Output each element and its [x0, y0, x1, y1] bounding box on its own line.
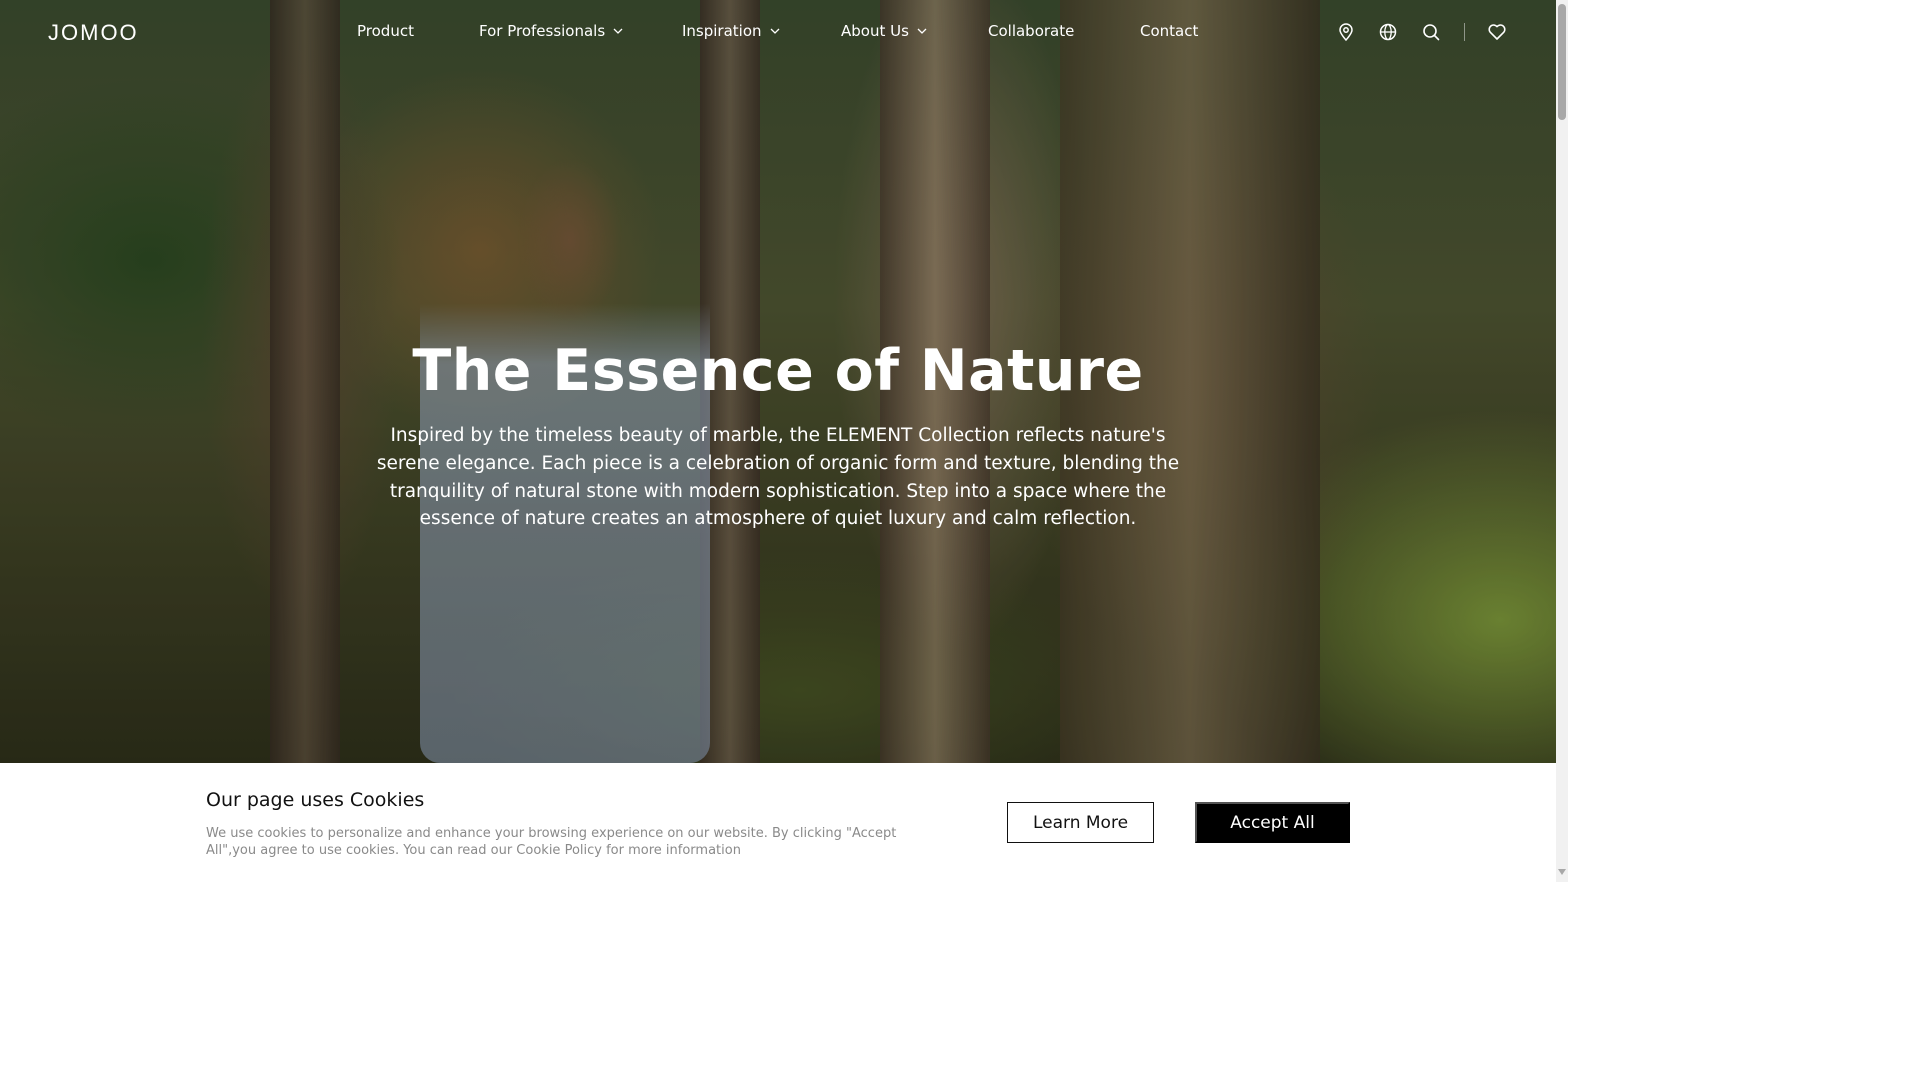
scroll-down-arrow-icon[interactable] [1558, 868, 1566, 876]
cookie-text: We use cookies to personalize and enhanc… [206, 826, 897, 858]
chevron-down-icon [917, 28, 927, 34]
nav-item-label: Product [357, 22, 414, 40]
nav-item-label: Contact [1140, 22, 1199, 40]
hero-title: The Essence of Nature [412, 338, 1144, 404]
nav-item-for-professionals[interactable]: For Professionals [479, 22, 623, 40]
location-pin-icon[interactable] [1336, 22, 1356, 42]
top-navbar: JOMOO Product For Professionals Inspirat… [0, 0, 1556, 66]
nav-item-label: For Professionals [479, 22, 606, 40]
nav-item-label: Collaborate [988, 22, 1075, 40]
accept-all-button[interactable]: Accept All [1195, 802, 1350, 843]
hero-description: Inspired by the timeless beauty of marbl… [376, 425, 1180, 530]
scrollbar-track[interactable] [1556, 0, 1568, 882]
chevron-down-icon [613, 28, 623, 34]
learn-more-button[interactable]: Learn More [1007, 802, 1154, 843]
cookie-banner: Our page uses Cookies We use cookies to … [0, 763, 1556, 882]
search-icon[interactable] [1421, 22, 1441, 42]
nav-item-contact[interactable]: Contact [1140, 22, 1198, 40]
chevron-down-icon [770, 28, 779, 34]
nav-item-product[interactable]: Product [357, 22, 414, 40]
nav-item-about-us[interactable]: About Us [841, 22, 927, 40]
jomoo-logo[interactable]: JOMOO [48, 20, 139, 46]
scrollbar-thumb[interactable] [1558, 4, 1566, 120]
globe-icon[interactable] [1378, 22, 1398, 42]
nav-item-label: About Us [841, 22, 909, 40]
hero-background: The Essence of Nature Inspired by the ti… [0, 0, 1556, 763]
heart-icon[interactable] [1487, 22, 1507, 42]
nav-item-collaborate[interactable]: Collaborate [988, 22, 1074, 40]
nav-item-inspiration[interactable]: Inspiration [682, 22, 780, 40]
nav-item-label: Inspiration [682, 22, 762, 40]
nav-divider [1464, 23, 1465, 41]
cookie-title: Our page uses Cookies [206, 789, 425, 811]
